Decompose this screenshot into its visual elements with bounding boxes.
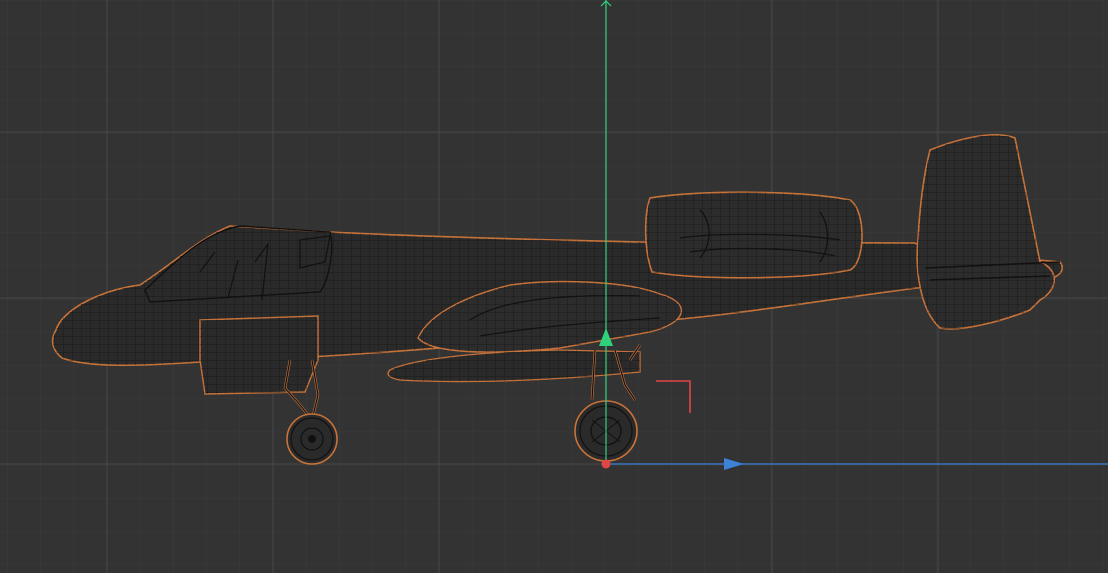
gizmo-origin[interactable]	[601, 459, 611, 469]
3d-viewport[interactable]	[0, 0, 1108, 573]
forward-pod-wire	[200, 316, 318, 394]
